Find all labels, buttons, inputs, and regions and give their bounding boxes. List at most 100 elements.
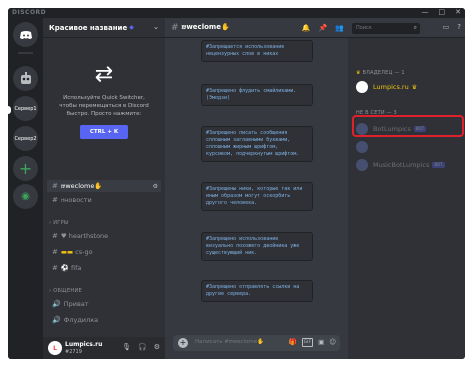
category-social[interactable]: › ОБЩЕНИЕ [49, 288, 82, 294]
minimize-button[interactable]: — [422, 8, 429, 16]
quick-switcher-text: Используйте Quick Switcher, чтобы переме… [59, 95, 149, 117]
member-offline[interactable] [356, 140, 461, 154]
bell-icon[interactable]: 🔔 [302, 24, 311, 32]
search-icon: ⌕ [413, 24, 417, 31]
quick-switcher-button[interactable]: CTRL + K [79, 125, 129, 139]
category-games[interactable]: › ИГРЫ [49, 220, 69, 226]
server-1[interactable]: Сервер1 [13, 96, 38, 121]
channel-hearthstone[interactable]: # ♥ hearthstone [47, 230, 161, 242]
channel-csgo[interactable]: # ▬▬ cs-go [47, 246, 161, 258]
user-name: Lumpics.ru [65, 341, 103, 348]
discord-window: DISCORD — □ ✕ Сервер1 Сервер2 + ◉ Красив… [8, 8, 465, 359]
boost-icon: ◆ [129, 24, 134, 31]
titlebar: DISCORD — □ ✕ [8, 8, 465, 18]
rail-separator [18, 52, 33, 54]
rule-message: #Запрещается использование нецензурных с… [201, 40, 313, 62]
microphone-icon[interactable]: 🎙 [122, 343, 131, 351]
message-input-placeholder[interactable]: Написать #𝔴weclome✋ [195, 339, 264, 346]
sticker-icon[interactable]: ▣ [318, 338, 324, 347]
hash-icon: # [52, 264, 58, 272]
headphones-icon[interactable]: 🎧 [138, 343, 147, 351]
gift-icon[interactable]: 🎁 [289, 338, 297, 347]
ball-emoji-icon: ⚽ [60, 264, 69, 272]
member-offline[interactable]: MusicBotLumpics BOT [356, 158, 461, 172]
members-icon[interactable]: 👥 [335, 24, 344, 32]
speaker-icon: 🔊 [52, 300, 61, 308]
server-bot[interactable] [13, 66, 38, 91]
inbox-icon[interactable]: ▭ [443, 23, 450, 31]
category-label: ВЛАДЕЛЕЦ — 1 [362, 70, 405, 76]
composer-icons: 🎁 GIF ▣ ☺ [289, 338, 336, 347]
close-button[interactable]: ✕ [455, 8, 461, 16]
bot-avatar-icon [20, 71, 31, 84]
channel-label: cs-go [75, 248, 93, 256]
emoji-icon[interactable]: ☺ [329, 338, 336, 347]
pin-icon[interactable]: 📌 [319, 24, 328, 32]
rule-message: #Запрещено писать сообщения сплошным заг… [201, 126, 313, 162]
rule-message: #Запрещено отправлять ссылки на другие с… [201, 280, 313, 302]
channel-news[interactable]: # 𝔫новости [47, 194, 161, 206]
window-controls: — □ ✕ [422, 8, 462, 16]
hash-icon: # [52, 232, 58, 240]
channel-privet[interactable]: 🔊 Приват [47, 298, 161, 310]
channel-label: 𝔫новости [60, 195, 92, 204]
chevron-down-icon: ⌄ [153, 23, 159, 31]
channel-label: 𝔴weclome✋ [60, 181, 103, 190]
home-button[interactable] [13, 22, 38, 47]
owner-category: ♛ ВЛАДЕЛЕЦ — 1 [356, 70, 405, 76]
channel-label: Приват [63, 300, 89, 308]
channel-settings-icon[interactable]: ⚙ [153, 183, 158, 190]
server-name: Красивое название [49, 23, 128, 32]
maximize-button[interactable]: □ [439, 8, 446, 16]
channel-sidebar: Красивое название ◆ ⌄ ⇄ Используйте Quic… [43, 18, 165, 359]
category-label: ИГРЫ [53, 220, 69, 226]
member-list: Поиск ⌕ ▭ ? ♛ ВЛАДЕЛЕЦ — 1 Lumpics.ru ♛ … [348, 18, 465, 359]
discord-logo-icon [19, 30, 32, 39]
server-rail: Сервер1 Сервер2 + ◉ [8, 18, 43, 359]
highlight-box [352, 115, 464, 137]
channel-welcome[interactable]: # 𝔴weclome✋ ⚙ [47, 180, 161, 192]
channel-label: Флудилка [63, 316, 99, 324]
explore-servers-icon[interactable]: ◉ [13, 184, 38, 209]
avatar [356, 159, 368, 171]
switch-arrows-icon: ⇄ [94, 62, 114, 87]
avatar [356, 141, 368, 153]
channel-fifa[interactable]: # ⚽ fifa [47, 262, 161, 274]
rule-message: #Запрещено использование визуально похож… [201, 232, 313, 261]
bot-badge: BOT [432, 162, 445, 168]
app-name: DISCORD [12, 9, 47, 16]
server-2[interactable]: Сервер2 [13, 126, 38, 151]
selected-server-indicator [8, 106, 11, 114]
member-topbar: Поиск ⌕ ▭ ? [348, 18, 465, 38]
message-composer[interactable]: + Написать #𝔴weclome✋ 🎁 GIF ▣ ☺ [173, 335, 340, 351]
channel-fludilka[interactable]: 🔊 Флудилка [47, 314, 161, 326]
channel-label: fifa [70, 264, 82, 272]
hash-icon: # [171, 22, 179, 33]
user-panel: L Lumpics.ru #2719 🎙 🎧 ⚙ [43, 337, 165, 359]
hash-icon: # [52, 248, 58, 256]
crown-icon: ♛ [411, 83, 418, 91]
member-name: MusicBotLumpics [373, 161, 430, 169]
emoji-icon: ♥ [60, 232, 67, 240]
search-input[interactable]: Поиск ⌕ [352, 23, 420, 34]
help-icon[interactable]: ? [457, 23, 461, 31]
add-server-icon[interactable]: + [13, 156, 38, 181]
user-controls: 🎙 🎧 ⚙ [122, 343, 160, 351]
gif-icon[interactable]: GIF [301, 338, 314, 347]
hash-icon: # [52, 196, 58, 204]
server-header[interactable]: Красивое название ◆ ⌄ [43, 18, 165, 38]
user-tag: #2719 [65, 349, 82, 355]
quick-switcher-hint: ⇄ Используйте Quick Switcher, чтобы пере… [49, 42, 159, 162]
hash-icon: # [52, 182, 58, 190]
avatar [356, 81, 368, 93]
channel-label: hearthstone [68, 232, 109, 240]
gear-icon[interactable]: ⚙ [154, 343, 160, 351]
member-owner[interactable]: Lumpics.ru ♛ [356, 80, 461, 94]
attach-plus-icon[interactable]: + [178, 338, 188, 348]
rule-message: #Запрещены ники, которые так или иным об… [201, 182, 313, 211]
category-label: ОБЩЕНИЕ [53, 288, 82, 294]
topbar-icons: ▭ ? [443, 23, 461, 31]
crown-icon: ♛ [356, 70, 361, 76]
avatar[interactable]: L [48, 341, 62, 355]
gun-emoji-icon: ▬▬ [60, 248, 74, 256]
